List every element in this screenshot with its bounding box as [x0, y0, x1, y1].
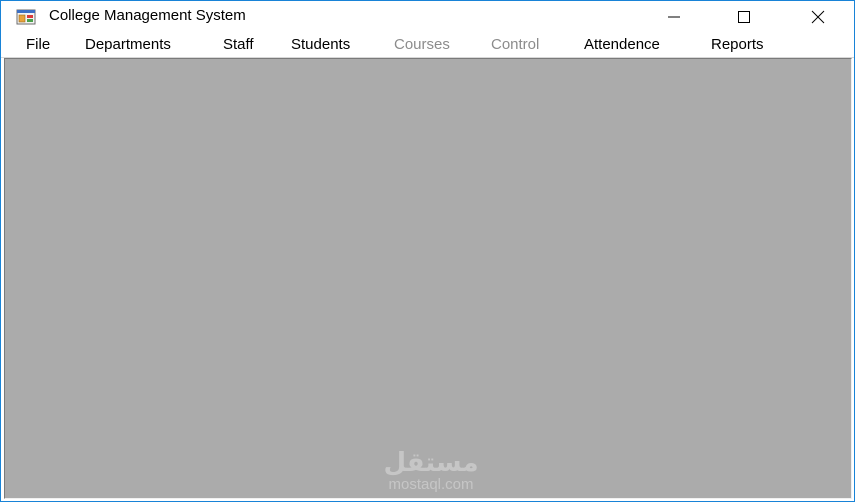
app-window: College Management System File Departmen…: [0, 0, 855, 502]
menu-control: Control: [491, 36, 540, 53]
window-title: College Management System: [49, 7, 246, 24]
menu-departments[interactable]: Departments: [85, 36, 171, 53]
minimize-icon: [668, 16, 680, 18]
watermark-site: mostaql.com: [388, 476, 474, 493]
menu-courses: Courses: [394, 36, 450, 53]
app-icon: [16, 9, 36, 25]
menu-reports[interactable]: Reports: [711, 36, 764, 53]
menu-students[interactable]: Students: [291, 36, 350, 53]
close-icon: [811, 10, 825, 24]
menu-bar: File Departments Staff Students Courses …: [1, 32, 854, 58]
watermark: مستقل mostaql.com: [376, 449, 486, 493]
menu-staff[interactable]: Staff: [223, 36, 254, 53]
watermark-logo: مستقل: [383, 448, 479, 478]
menu-attendence[interactable]: Attendence: [584, 36, 660, 53]
close-button[interactable]: [795, 1, 841, 32]
minimize-button[interactable]: [651, 1, 697, 32]
title-bar[interactable]: College Management System: [1, 1, 854, 32]
mdi-workspace[interactable]: [4, 58, 852, 499]
menu-file[interactable]: File: [26, 36, 50, 53]
maximize-button[interactable]: [721, 1, 767, 32]
maximize-icon: [738, 11, 750, 23]
